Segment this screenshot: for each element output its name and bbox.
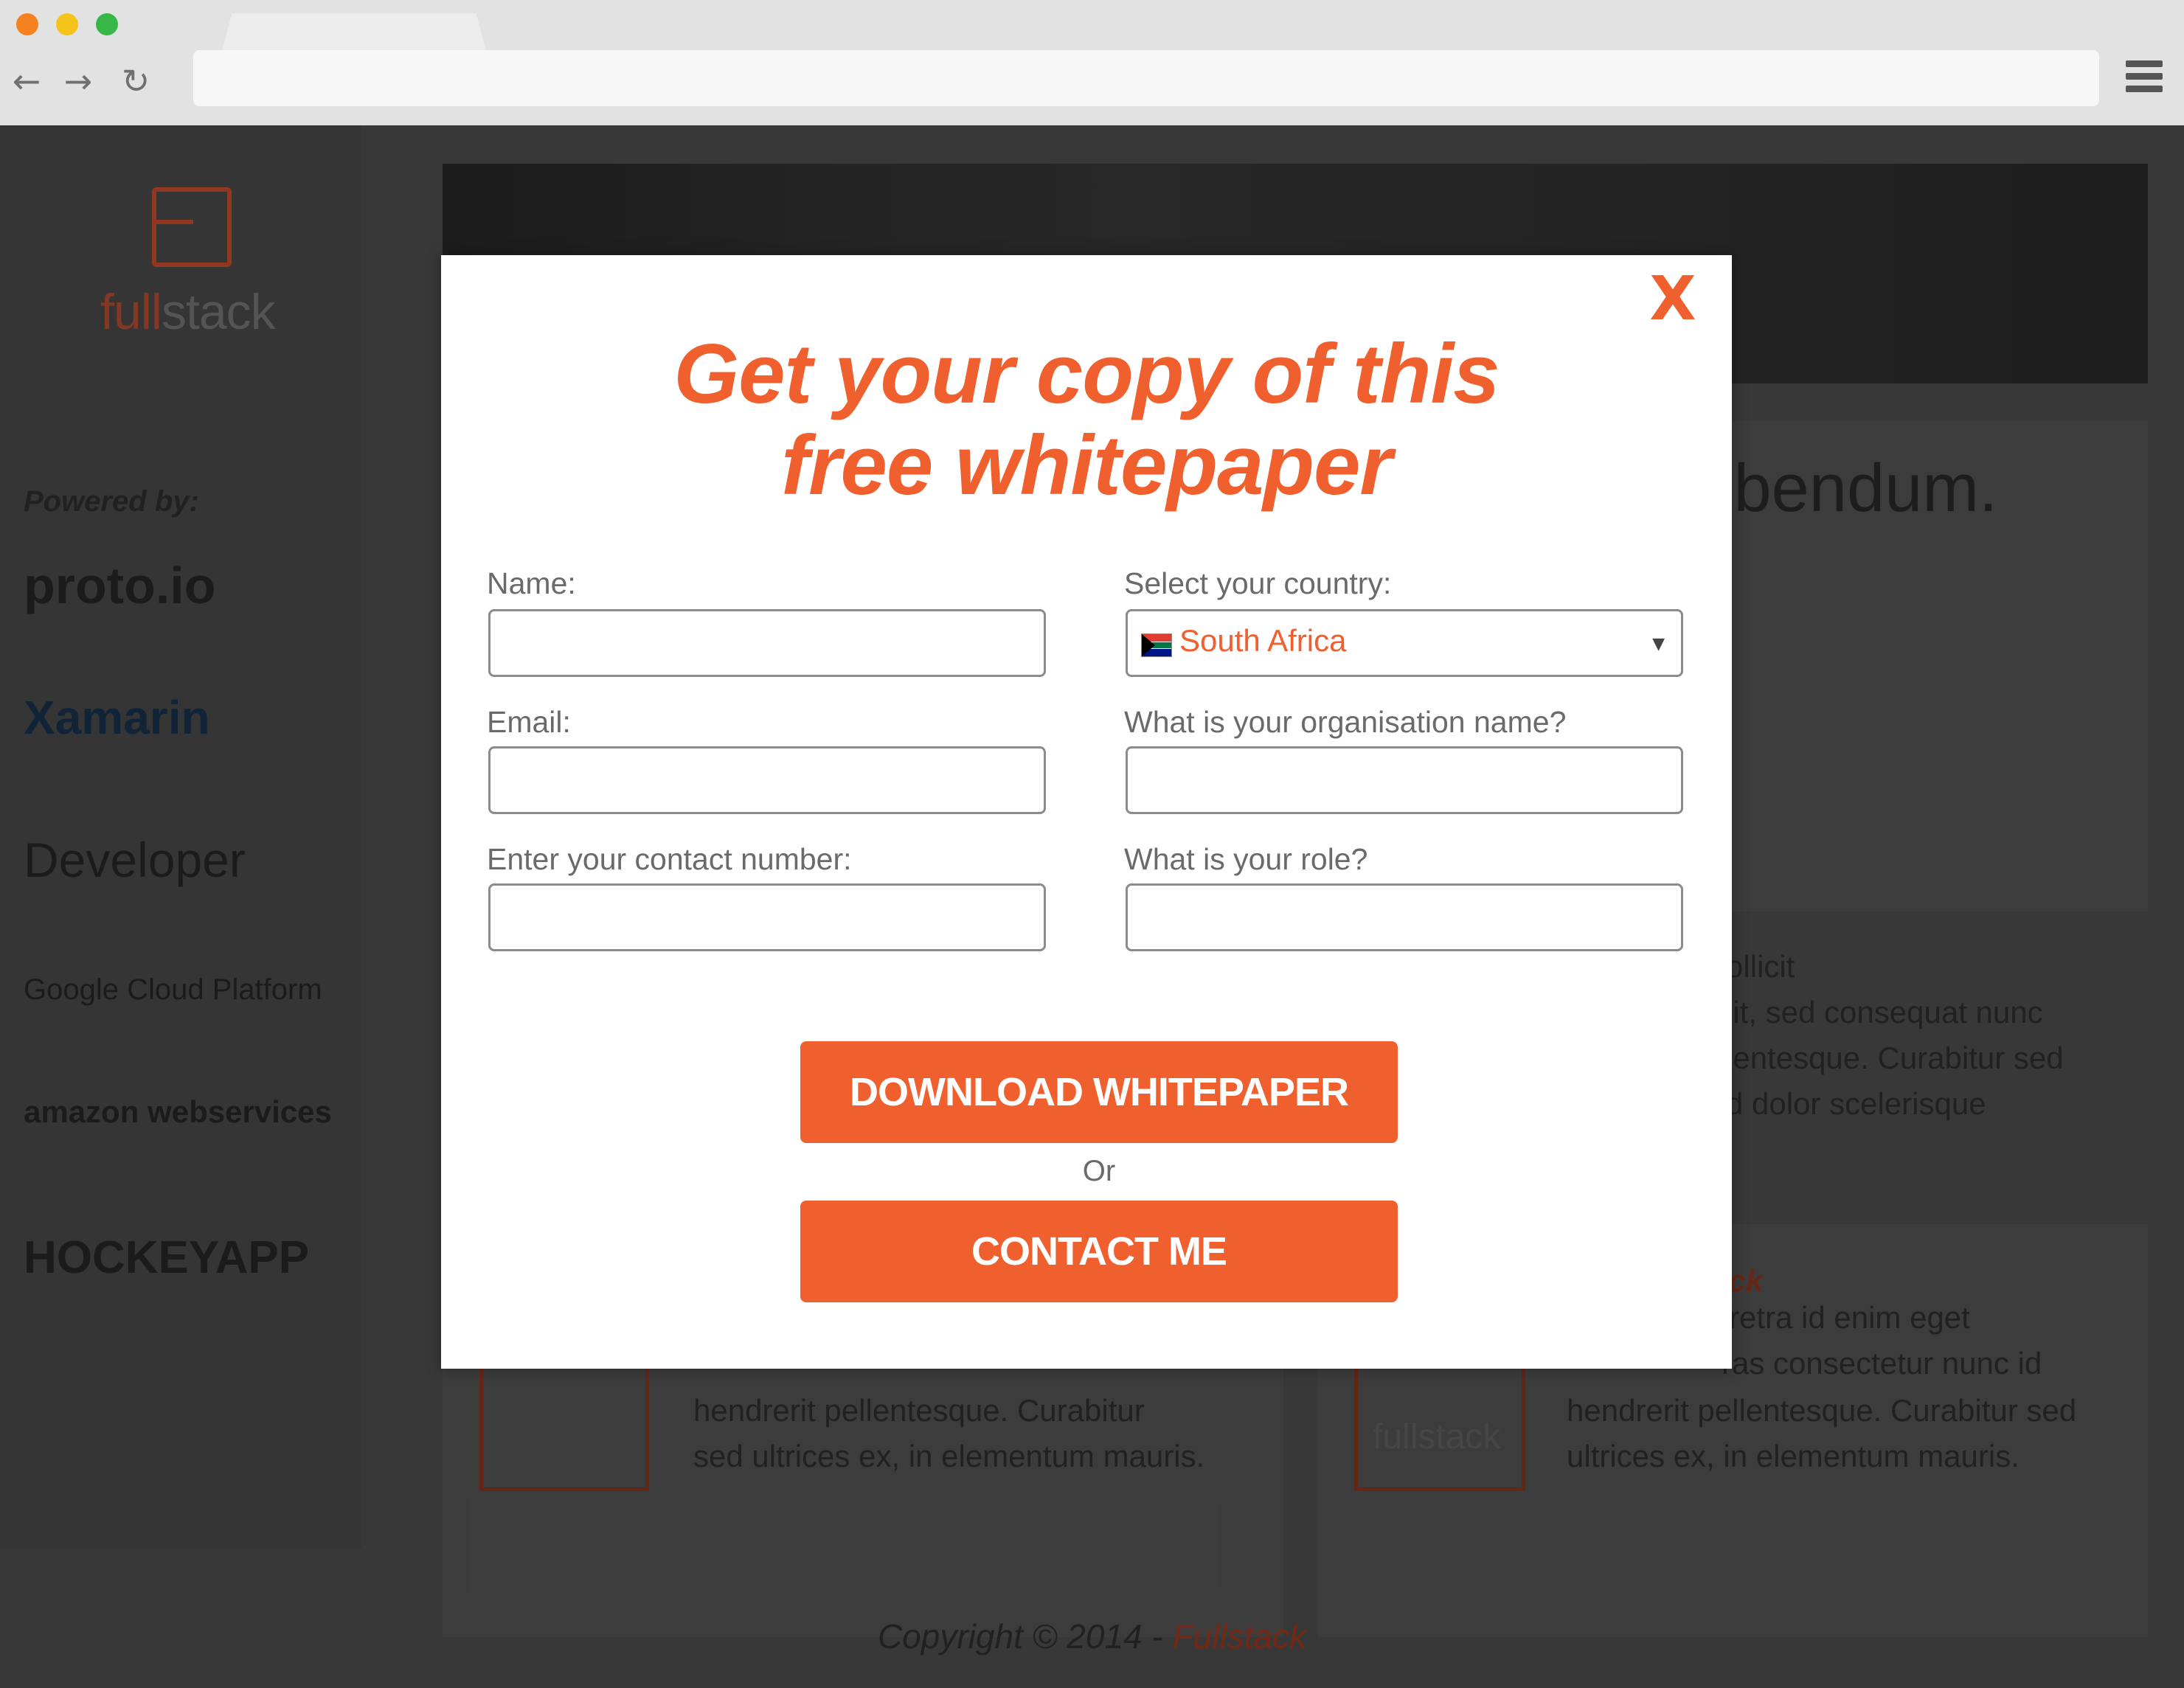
email-input[interactable] [488,746,1046,814]
country-select-value: South Africa [1179,623,1347,658]
address-bar[interactable] [193,50,2099,106]
back-arrow-icon[interactable]: ← [6,60,47,102]
email-label: Email: [487,705,571,739]
close-icon[interactable]: X [1643,269,1702,330]
country-select[interactable]: South Africa ▼ [1126,609,1683,677]
role-input[interactable] [1126,883,1683,951]
or-separator: Or [1082,1155,1116,1187]
chevron-down-icon: ▼ [1652,635,1665,653]
contact-me-button[interactable]: CONTACT ME [800,1201,1398,1302]
close-window-icon[interactable] [16,13,38,35]
minimize-window-icon[interactable] [56,13,78,35]
contact-number-input[interactable] [488,883,1046,951]
modal-title: Get your copy of this free whitepaper [441,329,1732,512]
name-label: Name: [487,566,576,600]
name-input[interactable] [488,609,1046,677]
whitepaper-modal: X Get your copy of this free whitepaper … [441,255,1732,1369]
contact-number-label: Enter your contact number: [487,842,852,876]
browser-tab[interactable] [221,13,487,55]
organisation-input[interactable] [1126,746,1683,814]
hamburger-menu-icon[interactable] [2126,60,2163,96]
organisation-label: What is your organisation name? [1124,705,1567,739]
south-africa-flag-icon [1141,633,1172,657]
maximize-window-icon[interactable] [96,13,118,35]
reload-icon[interactable]: ↻ [115,60,156,102]
forward-arrow-icon[interactable]: → [58,60,99,102]
modal-title-line-2: free whitepaper [781,419,1393,513]
browser-chrome: ← → ↻ [0,0,2184,127]
modal-title-line-1: Get your copy of this [673,327,1500,421]
role-label: What is your role? [1124,842,1368,876]
country-label: Select your country: [1124,566,1392,600]
download-whitepaper-button[interactable]: DOWNLOAD WHITEPAPER [800,1041,1398,1143]
